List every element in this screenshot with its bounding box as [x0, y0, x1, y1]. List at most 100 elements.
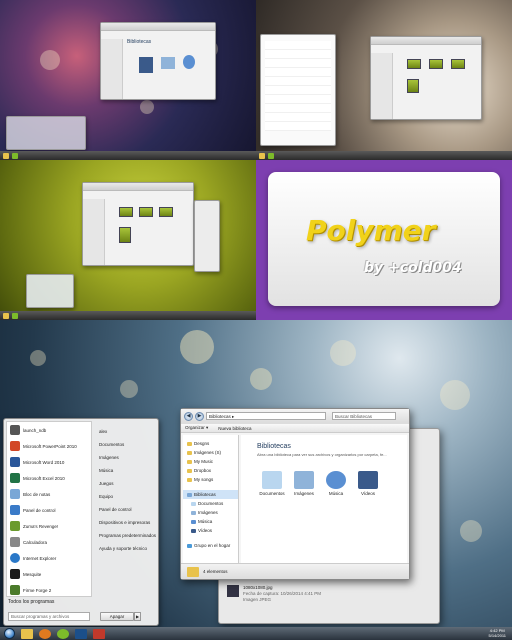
program-item[interactable]: Mesquite: [7, 566, 91, 582]
back-button[interactable]: ◀: [184, 411, 193, 421]
image-thumbnail[interactable]: [119, 227, 131, 243]
start-button[interactable]: [4, 628, 15, 639]
control-panel-icon: [10, 505, 20, 515]
program-item[interactable]: Zuma's Revenge!: [7, 518, 91, 534]
program-item[interactable]: Microsoft Word 2010: [7, 454, 91, 470]
new-library-button[interactable]: Nueva biblioteca: [218, 426, 251, 431]
explorer-icon[interactable]: [3, 312, 9, 319]
page-subtitle: Abra una biblioteca para ver sus archivo…: [257, 452, 387, 457]
homegroup-icon: [187, 543, 192, 548]
start-menu[interactable]: launch_ndb Microsoft PowerPoint 2010 Mic…: [3, 418, 159, 626]
mini-explorer-window[interactable]: Bibliotecas: [100, 22, 216, 100]
nav-item[interactable]: My Music: [183, 457, 238, 466]
music-link[interactable]: Música: [96, 464, 158, 477]
program-item[interactable]: Internet Explorer: [7, 550, 91, 566]
status-bar: 4 elementos: [181, 563, 409, 579]
thumbnail-preview[interactable]: [26, 274, 74, 308]
pictures-icon: [294, 471, 314, 489]
start-menu-links: alex Documentos Imágenes Música Juegos E…: [96, 421, 158, 609]
all-programs-link[interactable]: Todos los programas: [8, 599, 54, 605]
explorer-icon[interactable]: [3, 152, 9, 159]
file-thumbnail: [227, 585, 239, 597]
image-thumbnail[interactable]: [429, 59, 443, 69]
utorrent-icon[interactable]: [12, 152, 18, 159]
library-videos[interactable]: Vídeos: [353, 471, 383, 496]
nav-item[interactable]: Imágenes (S): [183, 448, 238, 457]
user-link[interactable]: alex: [96, 425, 158, 438]
bokeh-light: [460, 520, 482, 542]
mini-explorer-title: Bibliotecas: [127, 39, 152, 45]
nav-item[interactable]: Vídeos: [183, 526, 238, 535]
nav-item[interactable]: Música: [183, 517, 238, 526]
tool-icon[interactable]: [93, 628, 105, 639]
search-input[interactable]: Buscar Bibliotecas: [332, 412, 396, 420]
mini-start-menu[interactable]: [260, 34, 336, 146]
utorrent-icon[interactable]: [57, 628, 69, 639]
address-field[interactable]: Bibliotecas ▸: [206, 412, 326, 420]
shutdown-button[interactable]: Apagar: [100, 612, 134, 621]
nav-item[interactable]: My songs: [183, 475, 238, 484]
computer-link[interactable]: Equipo: [96, 490, 158, 503]
program-item[interactable]: Microsoft PowerPoint 2010: [7, 438, 91, 454]
library-music[interactable]: Música: [321, 471, 351, 496]
image-thumbnail[interactable]: [119, 207, 133, 217]
nav-item-libraries[interactable]: Bibliotecas: [183, 490, 238, 499]
folder-icon: [187, 477, 192, 482]
media-player-icon[interactable]: [39, 628, 51, 639]
system-clock[interactable]: 4:42 PM 5/14/2011: [489, 628, 507, 638]
nav-item[interactable]: Documentos: [183, 499, 238, 508]
library-pictures[interactable]: Imágenes: [289, 471, 319, 496]
mini-window-titlebar[interactable]: [371, 37, 481, 45]
videos-icon: [191, 528, 196, 533]
explorer-icon[interactable]: [21, 628, 33, 639]
control-panel-link[interactable]: Panel de control: [96, 503, 158, 516]
program-item[interactable]: Firme Forge 2: [7, 582, 91, 598]
nav-item[interactable]: Dropbox: [183, 466, 238, 475]
mini-taskbar: [256, 151, 512, 160]
devices-link[interactable]: Dispositivos e impresoras: [96, 516, 158, 529]
file-details: 1080x1080.jpg Fecha de captura: 10/26/20…: [227, 585, 321, 603]
image-thumbnail[interactable]: [407, 79, 419, 93]
nav-item[interactable]: Desgns: [183, 439, 238, 448]
help-link[interactable]: Ayuda y soporte técnico: [96, 542, 158, 555]
program-item[interactable]: Microsoft Excel 2010: [7, 470, 91, 486]
program-item[interactable]: Bloc de notas: [7, 486, 91, 502]
mini-explorer-window[interactable]: [370, 36, 482, 120]
powerpoint-icon: [10, 441, 20, 451]
background-window[interactable]: [194, 200, 220, 272]
image-thumbnail[interactable]: [451, 59, 465, 69]
forward-button[interactable]: ▶: [195, 411, 204, 421]
nav-item[interactable]: Imágenes: [183, 508, 238, 517]
navigation-pane: Desgns Imágenes (S) My Music Dropbox My …: [183, 435, 239, 563]
utorrent-icon[interactable]: [268, 152, 274, 159]
explorer-icon[interactable]: [259, 152, 265, 159]
shutdown-options-button[interactable]: ▶: [134, 612, 141, 621]
mini-taskbar: [0, 151, 256, 160]
start-search-input[interactable]: Buscar programas y archivos: [8, 612, 90, 621]
mini-explorer-window[interactable]: [82, 182, 194, 266]
thumbnail-preview[interactable]: [6, 116, 86, 150]
mini-window-titlebar[interactable]: [83, 183, 193, 191]
program-item[interactable]: launch_ndb: [7, 422, 91, 438]
page-title: Bibliotecas: [257, 443, 291, 450]
pictures-link[interactable]: Imágenes: [96, 451, 158, 464]
taskbar: 4:42 PM 5/14/2011: [0, 627, 512, 640]
content-pane: Bibliotecas Abra una biblioteca para ver…: [241, 435, 407, 563]
folder-icon: [187, 441, 192, 446]
folder-icon: [187, 459, 192, 464]
mini-window-titlebar[interactable]: [101, 23, 215, 31]
explorer-window[interactable]: ◀ ▶ Bibliotecas ▸ Buscar Bibliotecas Org…: [180, 408, 410, 580]
games-link[interactable]: Juegos: [96, 477, 158, 490]
program-item[interactable]: Calculadora: [7, 534, 91, 550]
image-thumbnail[interactable]: [159, 207, 173, 217]
image-thumbnail[interactable]: [139, 207, 153, 217]
program-item[interactable]: Panel de control: [7, 502, 91, 518]
photoshop-icon[interactable]: [75, 628, 87, 639]
utorrent-icon[interactable]: [12, 312, 18, 319]
nav-item-homegroup[interactable]: Grupo en el hogar: [183, 541, 238, 550]
image-thumbnail[interactable]: [407, 59, 421, 69]
organize-button[interactable]: Organizar ▾: [185, 425, 208, 431]
library-documents[interactable]: Documentos: [257, 471, 287, 496]
documents-link[interactable]: Documentos: [96, 438, 158, 451]
default-programs-link[interactable]: Programas predeterminados: [96, 529, 158, 542]
